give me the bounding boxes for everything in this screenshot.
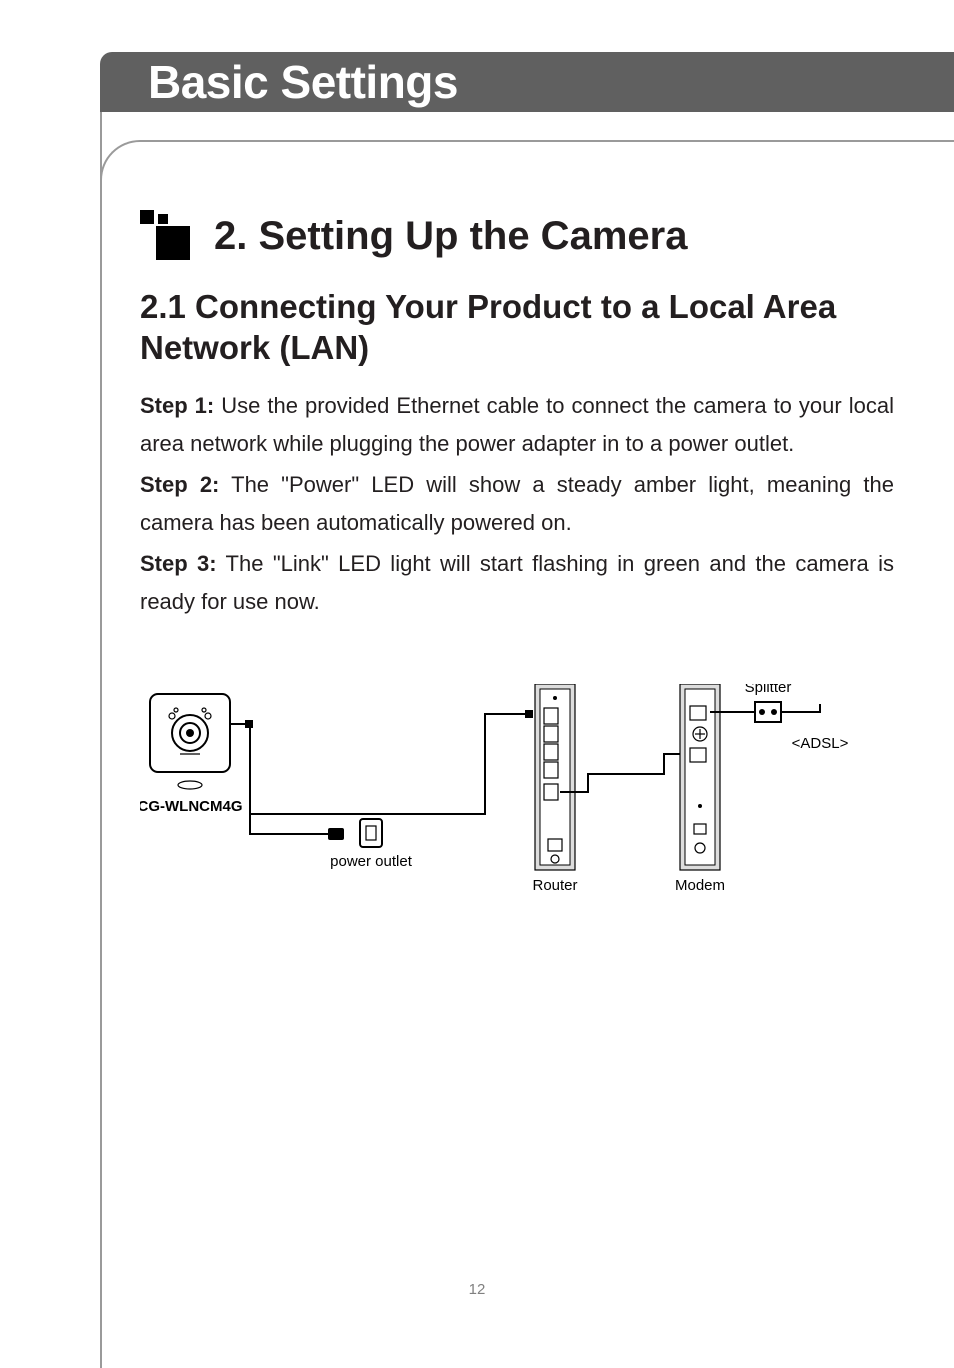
ethernet-cable-icon xyxy=(230,714,530,814)
page-title: Basic Settings xyxy=(148,55,458,109)
connection-diagram: CG-WLNCM4G power outlet Router xyxy=(140,684,860,914)
power-outlet-label: power outlet xyxy=(330,853,413,870)
step-1: Step 1: Use the provided Ethernet cable … xyxy=(140,387,894,464)
step-2: Step 2: The "Power" LED will show a stea… xyxy=(140,466,894,543)
router-label: Router xyxy=(532,877,577,894)
title-bar: Basic Settings xyxy=(100,52,954,112)
vertical-rule xyxy=(100,112,102,1368)
subsection-heading: 2.1 Connecting Your Product to a Local A… xyxy=(140,286,894,369)
power-outlet-icon xyxy=(360,819,382,847)
content-area: 2. Setting Up the Camera 2.1 Connecting … xyxy=(140,200,894,919)
splitter-label: Splitter xyxy=(745,684,792,696)
squares-bullet-icon xyxy=(140,210,192,262)
page-number: 12 xyxy=(0,1281,954,1298)
instructions: Step 1: Use the provided Ethernet cable … xyxy=(140,387,894,622)
splitter-icon xyxy=(755,702,781,722)
camera-model-label: CG-WLNCM4G xyxy=(140,798,243,815)
section-title: 2. Setting Up the Camera xyxy=(214,214,687,259)
step-3: Step 3: The "Link" LED light will start … xyxy=(140,545,894,622)
power-cable-icon xyxy=(250,814,330,834)
router-modem-cable-icon xyxy=(560,754,680,792)
section-heading: 2. Setting Up the Camera xyxy=(140,210,894,262)
modem-label: Modem xyxy=(675,877,725,894)
adsl-label: <ADSL> xyxy=(792,735,849,752)
curved-rule xyxy=(100,140,954,180)
